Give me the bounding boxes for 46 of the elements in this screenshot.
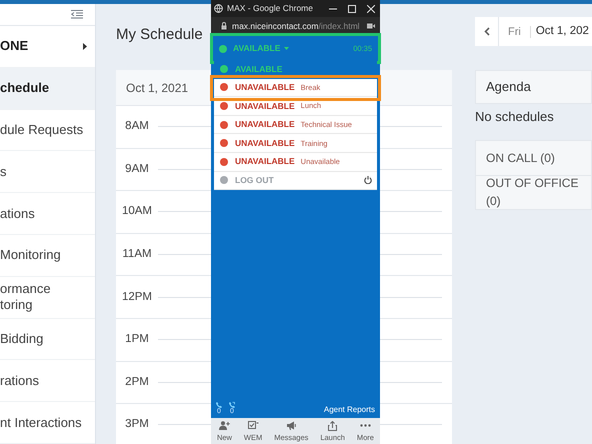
globe-icon xyxy=(214,4,223,13)
state-label: UNAVAILABLE xyxy=(235,100,295,112)
lock-icon xyxy=(221,22,227,30)
agent-reports-link[interactable]: Agent Reports xyxy=(324,404,375,416)
hour-label: 12PM xyxy=(120,290,154,305)
state-label: LOG OUT xyxy=(235,174,274,187)
state-label: UNAVAILABLE xyxy=(235,136,295,150)
hour-label: 10AM xyxy=(120,204,154,220)
caret-icon xyxy=(284,47,290,50)
sidebar-item[interactable]: dule Requests xyxy=(0,110,95,152)
state-label: UNAVAILABLE xyxy=(235,155,295,168)
agenda-section[interactable]: ON CALL (0) xyxy=(476,140,591,174)
sidebar-item[interactable]: Bidding xyxy=(0,318,95,360)
status-label: AVAILABLE xyxy=(233,42,280,55)
state-label: UNAVAILABLE xyxy=(235,81,295,94)
sidebar-item[interactable]: chedule xyxy=(0,68,95,110)
phone-icon[interactable] xyxy=(216,402,222,408)
maximize-icon[interactable] xyxy=(348,4,356,12)
day-label: Fri xyxy=(499,26,531,38)
hour-label: 1PM xyxy=(124,332,150,348)
hour-label: 8AM xyxy=(124,119,150,134)
hour-label: 3PM xyxy=(124,417,150,432)
hour-label: 9AM xyxy=(124,162,150,177)
phone-icon[interactable] xyxy=(229,402,235,408)
empty-message: No schedules xyxy=(475,108,555,126)
state-label: UNAVAILABLE xyxy=(235,118,295,131)
hour-label: 11AM xyxy=(121,246,153,262)
agenda-section[interactable]: OUT OF OFFICE (0) xyxy=(476,174,591,208)
url-text[interactable]: max.niceincontact.com/index.html xyxy=(232,20,367,32)
megaphone-icon xyxy=(286,420,297,430)
checklist-icon xyxy=(248,420,259,430)
power-icon xyxy=(364,176,372,184)
menu-icon[interactable] xyxy=(71,10,83,19)
state-label: AVAILABLE xyxy=(235,62,282,76)
share-icon xyxy=(328,420,338,430)
date-label: Oct 1, 202 xyxy=(534,24,589,39)
caret-icon xyxy=(83,42,87,50)
camera-icon xyxy=(367,23,375,29)
add-person-icon xyxy=(218,420,230,430)
chevron-left-icon xyxy=(484,27,490,36)
window-title: MAX - Google Chrome xyxy=(227,2,314,15)
schedule-date: Oct 1, 2021 xyxy=(126,80,188,96)
close-icon[interactable] xyxy=(367,4,375,12)
agenda-title: Agenda xyxy=(486,78,531,96)
hour-label: 2PM xyxy=(124,374,150,390)
page-title: My Schedule xyxy=(116,25,203,45)
